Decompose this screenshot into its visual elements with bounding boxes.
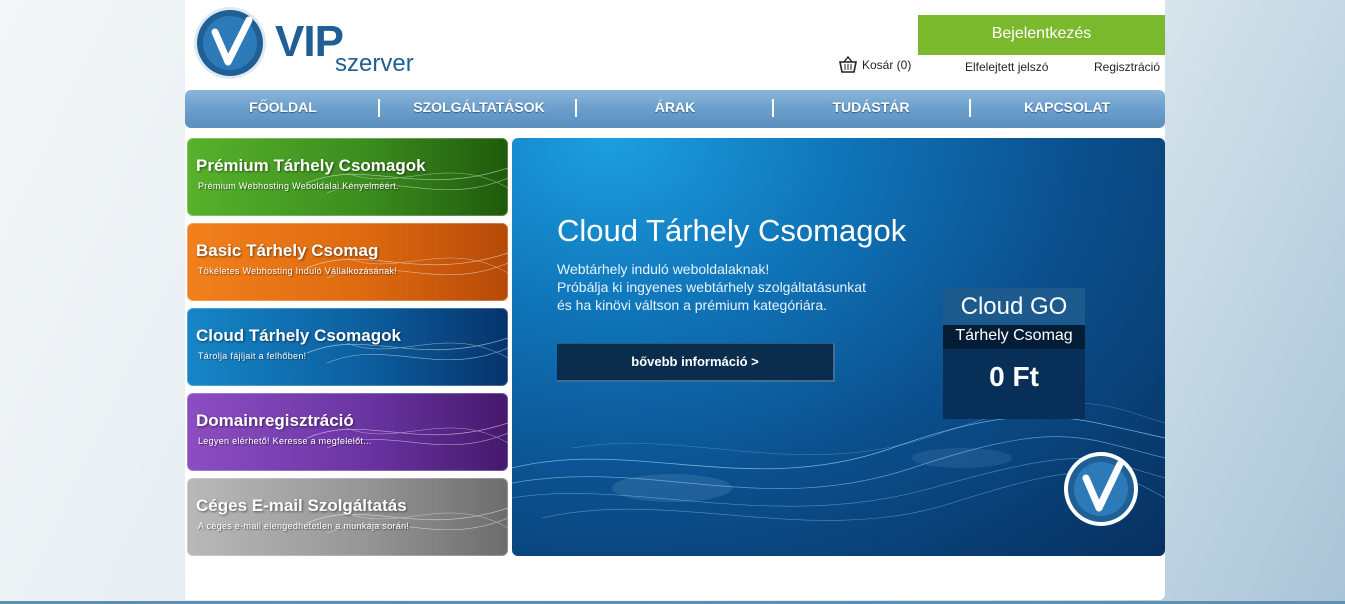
tile-subtitle: Tökéletes Webhosting Induló Vállalkozásá… — [198, 266, 398, 276]
tile-cloud-hosting[interactable]: Cloud Tárhely Csomagok Tárolja fájljait … — [187, 308, 508, 386]
banner-desc-line: és ha kinövi váltson a prémium kategóriá… — [557, 297, 828, 313]
site-logo[interactable]: VIP szerver — [193, 6, 418, 82]
tile-title: Prémium Tárhely Csomagok — [196, 156, 426, 175]
tile-subtitle: Legyen elérhető! Keresse a megfelelőt... — [198, 436, 372, 446]
register-link[interactable]: Regisztráció — [1094, 60, 1160, 74]
nav-item-services[interactable]: SZOLGÁLTATÁSOK — [381, 88, 577, 126]
tile-title: Basic Tárhely Csomag — [196, 241, 379, 260]
more-info-button[interactable]: bővebb információ > — [557, 343, 835, 382]
logo-check-icon — [194, 7, 266, 79]
basket-icon — [839, 56, 857, 73]
nav-separator — [772, 99, 774, 117]
tile-title: Céges E-mail Szolgáltatás — [196, 496, 407, 515]
tile-wave-decoration — [306, 337, 508, 364]
package-price: 0 Ft — [989, 361, 1039, 392]
tile-domain-registration[interactable]: Domainregisztráció Legyen elérhető! Kere… — [187, 393, 508, 471]
tile-title: Domainregisztráció — [196, 411, 354, 430]
banner-desc-line: Webtárhely induló weboldalaknak! — [557, 261, 770, 277]
nav-item-knowledge[interactable]: TUDÁSTÁR — [773, 88, 969, 126]
banner-desc-line: Próbálja ki ingyenes webtárhely szolgált… — [557, 279, 866, 295]
nav-separator — [969, 99, 971, 117]
package-price-box[interactable]: Cloud GO Tárhely Csomag 0 Ft — [943, 288, 1085, 419]
tile-title: Cloud Tárhely Csomagok — [196, 326, 401, 345]
tile-subtitle: Prémium Webhosting Weboldalai Kényelméér… — [198, 181, 399, 191]
nav-item-contact[interactable]: KAPCSOLAT — [969, 88, 1165, 126]
nav-separator — [575, 99, 577, 117]
cart-label: Kosár (0) — [862, 58, 912, 72]
tile-wave-decoration — [306, 252, 508, 279]
logo-text-sub: szerver — [335, 50, 414, 77]
nav-item-home[interactable]: FŐOLDAL — [185, 88, 381, 126]
login-button[interactable]: Bejelentkezés — [918, 15, 1165, 55]
hero-banner: Cloud Tárhely Csomagok Webtárhely induló… — [512, 138, 1165, 556]
package-name: Cloud GO — [943, 288, 1085, 325]
tile-premium-hosting[interactable]: Prémium Tárhely Csomagok Prémium Webhost… — [187, 138, 508, 216]
nav-separator — [378, 99, 380, 117]
logo-text-main: VIP — [275, 17, 344, 66]
page-container: VIP szerver Bejelentkezés Kosár (0) Elfe… — [185, 0, 1165, 600]
tile-business-email[interactable]: Céges E-mail Szolgáltatás A céges e-mail… — [187, 478, 508, 556]
main-nav: FŐOLDAL SZOLGÁLTATÁSOK ÁRAK TUDÁSTÁR KAP… — [185, 90, 1165, 128]
tile-subtitle: Tárolja fájljait a felhőben! — [198, 351, 307, 361]
forgot-password-link[interactable]: Elfelejtett jelszó — [965, 60, 1048, 74]
banner-description: Webtárhely induló weboldalaknak! Próbálj… — [557, 260, 917, 314]
nav-item-prices[interactable]: ÁRAK — [577, 88, 773, 126]
cart-link[interactable]: Kosár (0) — [838, 56, 911, 74]
tile-wave-decoration — [306, 167, 508, 194]
tile-wave-decoration — [306, 422, 508, 449]
tile-wave-decoration — [306, 507, 508, 534]
tile-basic-hosting[interactable]: Basic Tárhely Csomag Tökéletes Webhostin… — [187, 223, 508, 301]
tile-subtitle: A céges e-mail elengedhetetlen a munkája… — [198, 521, 410, 531]
package-type: Tárhely Csomag — [943, 325, 1085, 349]
banner-check-icon — [1064, 452, 1138, 526]
banner-title: Cloud Tárhely Csomagok — [557, 213, 907, 248]
